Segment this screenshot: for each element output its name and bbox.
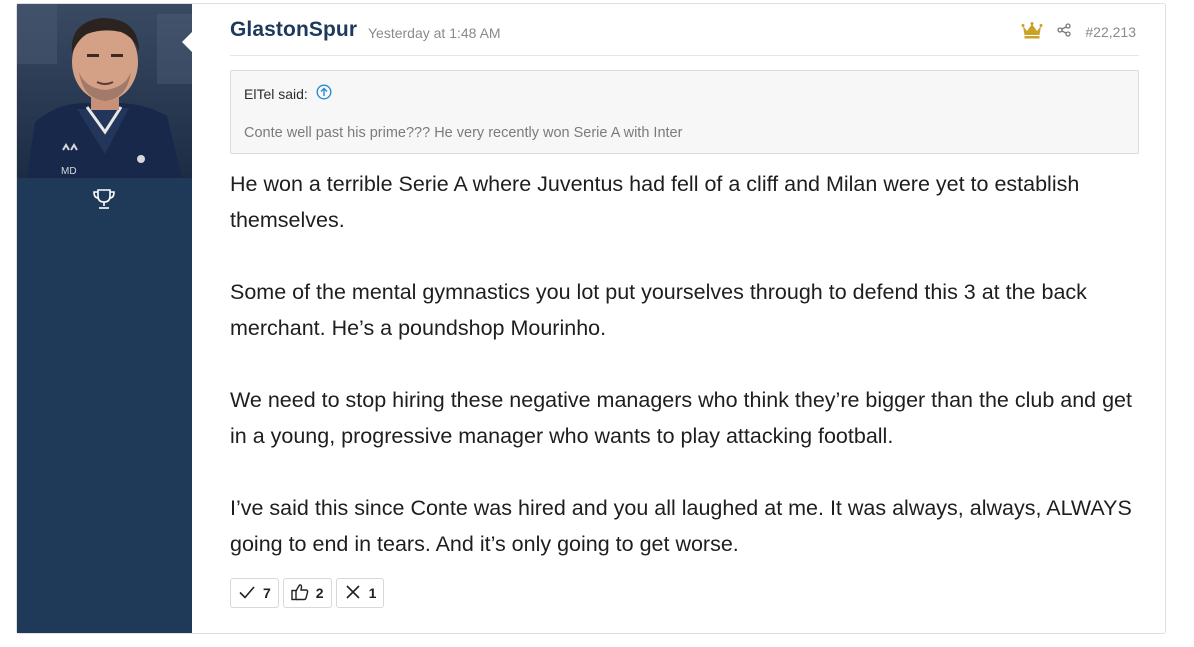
arrow-up-circle-icon[interactable] <box>316 84 332 103</box>
message-body: He won a terrible Serie A where Juventus… <box>230 166 1145 562</box>
thumbs-up-icon <box>290 582 310 605</box>
trophy-icon[interactable] <box>92 188 116 210</box>
message-paragraph: I’ve said this since Conte was hired and… <box>230 496 1132 556</box>
reaction-like-button[interactable]: 2 <box>282 578 332 608</box>
reaction-disagree-button[interactable]: 1 <box>335 578 385 608</box>
check-icon <box>237 582 257 605</box>
crown-icon[interactable] <box>1021 21 1043 44</box>
post-header-actions: #22,213 <box>1021 20 1136 44</box>
quote-text: Conte well past his prime??? He very rec… <box>244 125 683 141</box>
svg-text:MD: MD <box>61 166 77 177</box>
reaction-count: 2 <box>315 585 324 601</box>
share-icon[interactable] <box>1057 22 1072 42</box>
post-number-link[interactable]: #22,213 <box>1085 24 1136 40</box>
post-timestamp[interactable]: Yesterday at 1:48 AM <box>368 25 501 41</box>
avatar[interactable]: MD <box>17 4 192 178</box>
reactions-bar: 7 2 1 <box>230 578 385 608</box>
quote-author-name[interactable]: ElTel said: <box>244 86 308 102</box>
message-paragraph: Some of the mental gymnastics you lot pu… <box>230 280 1087 340</box>
post-main: GlastonSpur Yesterday at 1:48 AM #22,213… <box>230 4 1139 633</box>
reaction-count: 7 <box>263 585 271 601</box>
reaction-agree-button[interactable]: 7 <box>230 578 279 608</box>
x-icon <box>343 582 363 605</box>
user-sidebar: MD <box>17 4 192 633</box>
message-paragraph: We need to stop hiring these negative ma… <box>230 388 1132 448</box>
username-link[interactable]: GlastonSpur <box>230 18 357 42</box>
quote-block: ElTel said: Conte well past his prime???… <box>230 70 1139 154</box>
quote-attribution: ElTel said: <box>244 84 332 103</box>
forum-post: MD GlastonSpur Yesterday at 1:48 AM #22,… <box>16 3 1166 634</box>
message-paragraph: He won a terrible Serie A where Juventus… <box>230 172 1080 232</box>
post-header: GlastonSpur Yesterday at 1:48 AM #22,213 <box>230 16 1139 56</box>
avatar-pointer <box>182 32 192 52</box>
reaction-count: 1 <box>368 585 377 601</box>
